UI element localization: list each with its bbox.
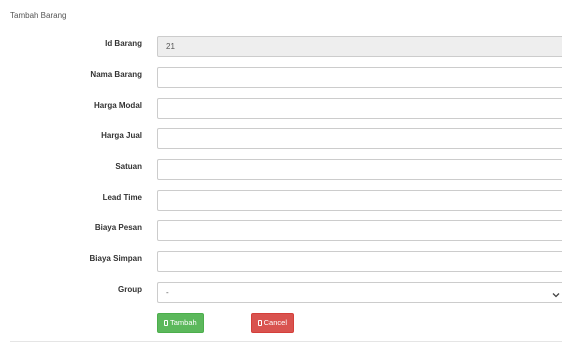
save-icon bbox=[164, 320, 168, 326]
form-row-id-barang: Id Barang bbox=[0, 36, 562, 57]
form-row-nama-barang: Nama Barang bbox=[0, 67, 562, 88]
form-row-group: Group - bbox=[0, 282, 562, 303]
tambah-button[interactable]: Tambah bbox=[157, 313, 204, 333]
id-barang-label: Id Barang bbox=[105, 39, 142, 48]
cancel-button[interactable]: Cancel bbox=[251, 313, 294, 333]
nama-barang-field[interactable] bbox=[157, 67, 562, 88]
biaya-simpan-field[interactable] bbox=[157, 251, 562, 272]
footer-divider bbox=[10, 341, 562, 342]
biaya-pesan-field[interactable] bbox=[157, 220, 562, 241]
page-title: Tambah Barang bbox=[10, 11, 67, 20]
form-row-biaya-simpan: Biaya Simpan bbox=[0, 251, 562, 272]
form-row-lead-time: Lead Time bbox=[0, 190, 562, 211]
id-barang-field[interactable] bbox=[157, 36, 562, 57]
cancel-button-label: Cancel bbox=[263, 318, 287, 327]
group-label: Group bbox=[118, 285, 142, 294]
nama-barang-label: Nama Barang bbox=[90, 70, 142, 79]
satuan-label: Satuan bbox=[115, 162, 142, 171]
harga-modal-label: Harga Modal bbox=[93, 101, 142, 110]
biaya-pesan-label: Biaya Pesan bbox=[94, 223, 142, 232]
chevron-down-icon bbox=[551, 287, 561, 298]
lead-time-field[interactable] bbox=[157, 190, 562, 211]
group-select[interactable]: - bbox=[157, 282, 562, 303]
tambah-button-label: Tambah bbox=[170, 318, 197, 327]
form-row-harga-jual: Harga Jual bbox=[0, 128, 562, 149]
lead-time-label: Lead Time bbox=[102, 193, 142, 202]
group-select-value: - bbox=[166, 288, 169, 297]
biaya-simpan-label: Biaya Simpan bbox=[89, 254, 142, 263]
cancel-icon bbox=[258, 320, 262, 326]
form-row-biaya-pesan: Biaya Pesan bbox=[0, 220, 562, 241]
form-row-harga-modal: Harga Modal bbox=[0, 98, 562, 119]
harga-modal-field[interactable] bbox=[157, 98, 562, 119]
form-row-satuan: Satuan bbox=[0, 159, 562, 180]
harga-jual-label: Harga Jual bbox=[101, 131, 142, 140]
satuan-field[interactable] bbox=[157, 159, 562, 180]
harga-jual-field[interactable] bbox=[157, 128, 562, 149]
